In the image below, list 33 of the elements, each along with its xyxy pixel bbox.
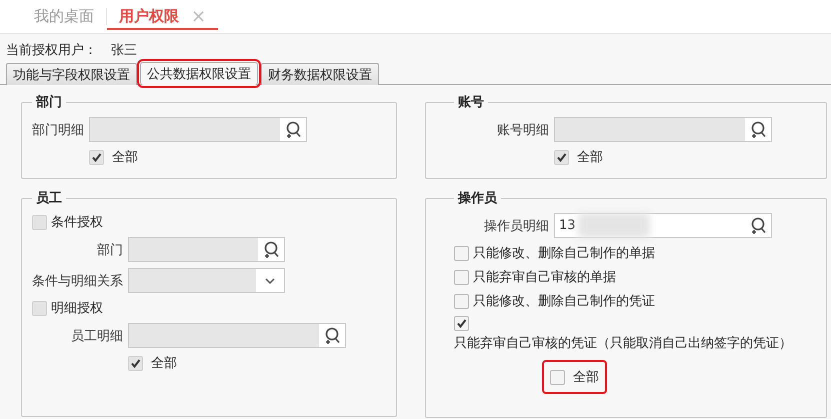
checkbox-label: 只能弃审自己审核的凭证（只能取消自己出纳签字的凭证） — [454, 335, 792, 352]
checkbox[interactable] — [454, 294, 469, 308]
checkbox-label: 明细授权 — [51, 300, 103, 317]
checkbox[interactable] — [454, 270, 469, 284]
tab[interactable]: 用户权限 × — [107, 0, 218, 33]
lookup-field[interactable]: 13 — [554, 213, 772, 238]
settings-tab[interactable]: 财务数据权限设置 — [261, 63, 379, 85]
group-title: 员工 — [35, 190, 63, 207]
checkbox[interactable] — [550, 370, 565, 384]
settings-tab[interactable]: 功能与字段权限设置 — [6, 63, 137, 85]
checkbox-label: 只能弃审自己审核的单据 — [473, 269, 616, 286]
checkbox[interactable] — [454, 316, 469, 331]
field-label: 部门明细 — [32, 122, 84, 138]
checkbox[interactable] — [454, 246, 469, 260]
checkbox-label: 全部 — [577, 149, 603, 166]
field-label: 部门 — [96, 242, 123, 258]
checkbox-label: 全部 — [573, 369, 599, 386]
field-label: 账号明细 — [496, 122, 549, 138]
field-label: 条件与明细关系 — [32, 272, 123, 290]
group-title: 操作员 — [456, 190, 498, 207]
current-user-name: 张三 — [111, 42, 137, 59]
group-title: 账号 — [457, 94, 485, 111]
field-label: 员工明细 — [70, 328, 123, 344]
checkbox-label: 全部 — [112, 149, 138, 166]
settings-tab[interactable]: 公共数据权限设置 — [140, 62, 258, 85]
checkbox-label: 只能修改、删除自己制作的单据 — [473, 245, 655, 262]
checkbox-label: 全部 — [151, 355, 177, 372]
field-label: 操作员明细 — [483, 218, 549, 234]
checkbox-label: 只能修改、删除自己制作的凭证 — [473, 293, 655, 310]
current-user-label: 当前授权用户： — [6, 42, 97, 59]
search-icon[interactable] — [749, 216, 767, 234]
group-title: 部门 — [34, 94, 63, 111]
checkbox-label: 条件授权 — [51, 214, 103, 231]
